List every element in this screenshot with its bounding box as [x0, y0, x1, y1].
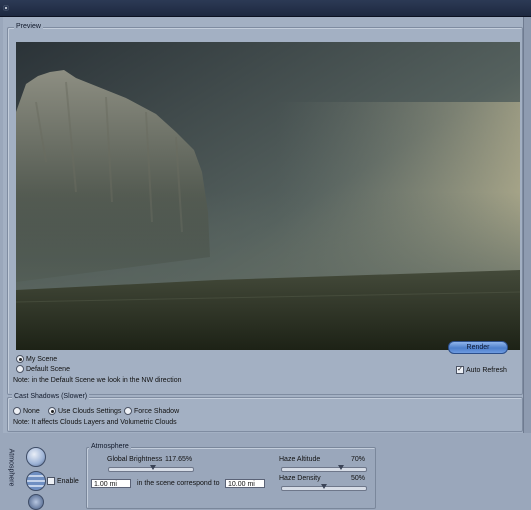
checkbox-icon: [47, 477, 55, 485]
render-button[interactable]: Render: [448, 341, 508, 354]
cast-shadows-title: Cast Shadows (Slower): [12, 393, 90, 400]
scene-option-default-scene[interactable]: Default Scene: [16, 365, 70, 373]
radio-icon: [48, 407, 56, 415]
haze-altitude-slider[interactable]: [281, 465, 367, 472]
radio-icon: [124, 407, 132, 415]
haze-sphere-icon[interactable]: [26, 471, 46, 491]
enable-checkbox[interactable]: Enable: [47, 477, 79, 485]
slider-thumb-icon[interactable]: [150, 465, 156, 470]
scene-distance-input[interactable]: 10.00 mi: [225, 479, 265, 488]
side-scrollbar[interactable]: [523, 17, 531, 433]
preview-note: Note: in the Default Scene we look in th…: [13, 377, 182, 384]
distance-input[interactable]: 1.00 mi: [91, 479, 131, 488]
preview-render-image: [16, 42, 520, 350]
cast-shadows-note: Note: It affects Clouds Layers and Volum…: [13, 419, 177, 426]
global-brightness-value: 117.65%: [165, 456, 193, 463]
scene-option-my-scene[interactable]: My Scene: [16, 355, 57, 363]
radio-icon: [16, 365, 24, 373]
preview-scene-image: [16, 42, 520, 350]
preview-group: Preview My Scene Default Scene Note: in …: [7, 23, 523, 395]
slider-thumb-icon[interactable]: [321, 484, 327, 489]
slider-thumb-icon[interactable]: [338, 465, 344, 470]
cast-shadows-none[interactable]: None: [13, 407, 40, 415]
haze-density-label: Haze Density: [279, 475, 321, 482]
window-close-icon[interactable]: [3, 5, 9, 11]
atmosphere-sphere-icon[interactable]: [26, 447, 46, 467]
atmosphere-side-tab[interactable]: Atmosphere: [7, 446, 20, 490]
sky-sphere-icon[interactable]: [28, 494, 44, 510]
preview-group-title: Preview: [14, 23, 43, 30]
cast-shadows-force[interactable]: Force Shadow: [124, 407, 179, 415]
haze-altitude-label: Haze Altitude: [279, 456, 321, 463]
haze-density-slider[interactable]: [281, 484, 367, 491]
atmosphere-group-title: Atmosphere: [89, 443, 131, 450]
global-brightness-label: Global Brightness: [107, 456, 163, 463]
preview-panel: Preview My Scene Default Scene Note: in …: [3, 17, 523, 433]
haze-density-value: 50%: [351, 475, 366, 482]
haze-altitude-value: 70%: [351, 456, 366, 463]
radio-icon: [13, 407, 21, 415]
auto-refresh-checkbox[interactable]: ✓ Auto Refresh: [456, 366, 507, 374]
radio-icon: [16, 355, 24, 363]
checkmark-icon: ✓: [456, 366, 464, 374]
scene-correspond-text: in the scene correspond to: [137, 480, 220, 487]
global-brightness-slider[interactable]: [108, 465, 194, 472]
title-bar: [0, 0, 531, 17]
cast-shadows-use-clouds[interactable]: Use Clouds Settings: [48, 407, 121, 415]
cast-shadows-group: Cast Shadows (Slower) None Use Clouds Se…: [7, 393, 523, 432]
